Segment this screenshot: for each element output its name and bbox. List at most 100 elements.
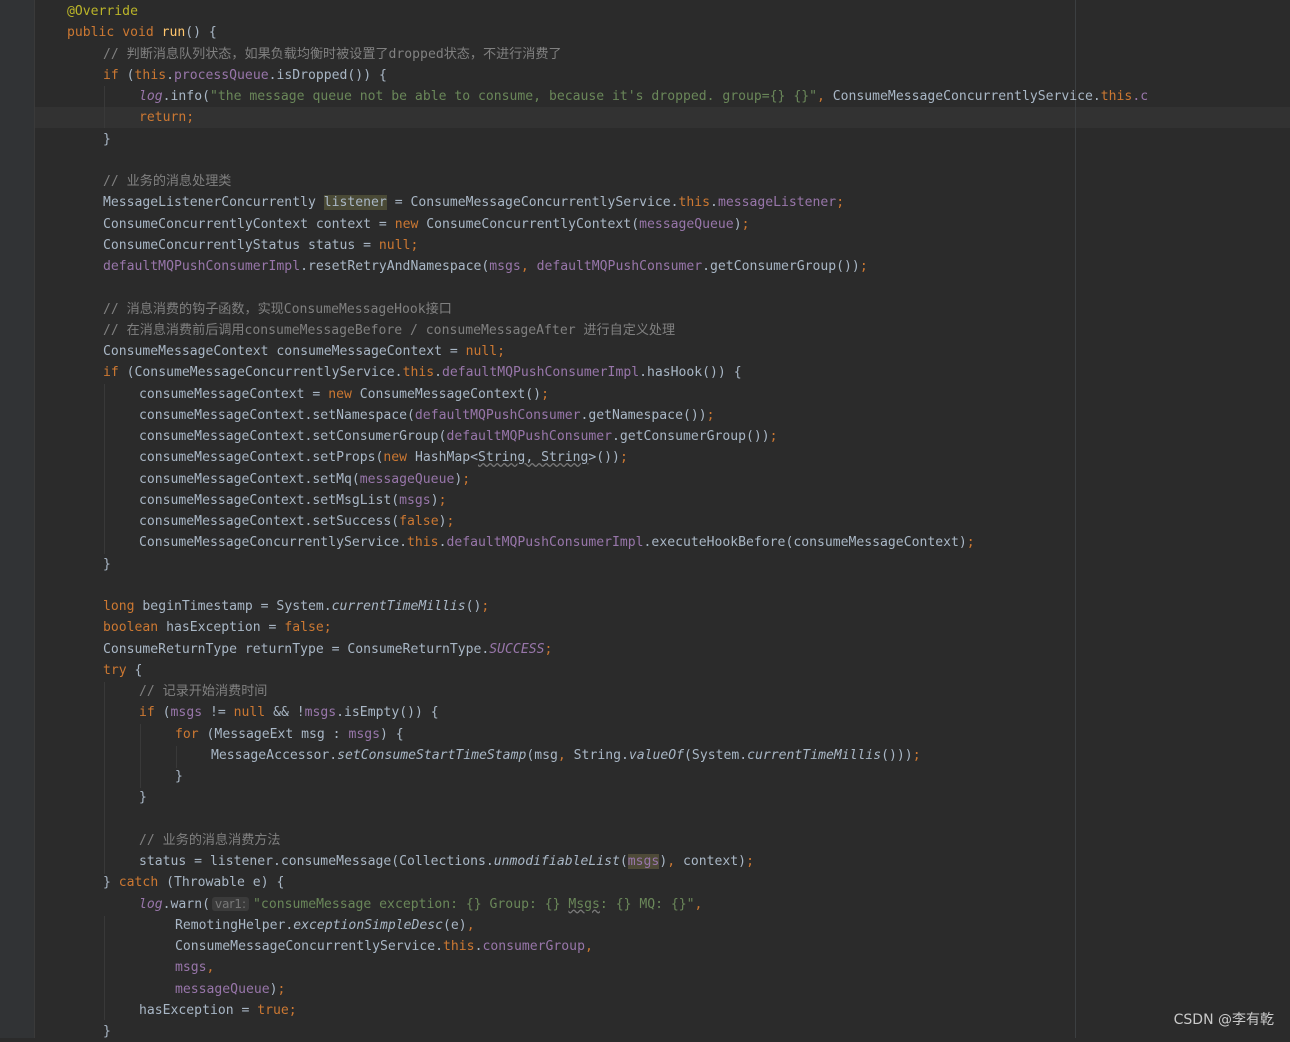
code-token: ) (430, 492, 439, 508)
code-line[interactable]: MessageListenerConcurrently listener = C… (103, 192, 844, 213)
code-token: .isDropped()) { (268, 67, 387, 83)
code-token: MessageAccessor. (211, 747, 338, 763)
code-token: msgs (170, 705, 203, 721)
code-token: = ConsumeMessageConcurrentlyService. (386, 195, 679, 211)
code-line[interactable]: // 记录开始消费时间 (139, 681, 267, 702)
code-token: ; (277, 981, 286, 997)
code-line[interactable]: if (msgs != null && !msgs.isEmpty()) { (139, 702, 439, 723)
code-token: defaultMQPushConsumer (414, 407, 581, 423)
code-token: .executeHookBefore(consumeMessageContext… (643, 535, 967, 551)
code-token: consumeMessageContext.setProps( (139, 450, 384, 466)
code-token: , (520, 259, 537, 274)
code-line[interactable]: defaultMQPushConsumerImpl.resetRetryAndN… (103, 256, 868, 277)
code-token: String, String (478, 450, 589, 466)
code-line[interactable]: // 消息消费的钩子函数，实现ConsumeMessageHook接口 (103, 299, 452, 320)
code-line[interactable]: } (175, 766, 183, 787)
code-token: , (584, 939, 593, 954)
code-token: ConsumeReturnType returnType = ConsumeRe… (103, 641, 490, 657)
code-token: null; (465, 344, 506, 359)
code-line[interactable]: ConsumeConcurrentlyContext context = new… (103, 214, 749, 235)
code-token: valueOf (628, 747, 685, 763)
code-token: ConsumeMessageContext() (359, 386, 542, 402)
code-line[interactable]: public void run() { (67, 22, 217, 43)
code-line[interactable]: boolean hasException = false; (103, 617, 332, 638)
code-token: } (139, 790, 147, 806)
code-line[interactable]: log.warn(var1: "consumeMessage exception:… (139, 894, 702, 915)
code-token: () { (185, 25, 217, 41)
code-token: consumeMessageContext.setNamespace( (139, 407, 415, 423)
code-line[interactable]: hasException = true; (139, 1000, 297, 1021)
code-token: ConsumeConcurrentlyContext( (426, 216, 640, 232)
code-line[interactable]: ConsumeReturnType returnType = ConsumeRe… (103, 639, 552, 660)
code-token: false (399, 514, 439, 529)
code-token: public (67, 25, 123, 41)
code-line[interactable]: ConsumeConcurrentlyStatus status = null; (103, 235, 418, 256)
code-line[interactable]: @Override (67, 1, 138, 22)
code-token: , (557, 747, 574, 763)
code-line[interactable]: try { (103, 660, 142, 681)
code-line[interactable]: ConsumeMessageContext consumeMessageCont… (103, 341, 505, 362)
code-line[interactable]: log.info("the message queue not be able … (139, 86, 1148, 107)
code-line[interactable]: // 业务的消息处理类 (103, 171, 231, 192)
code-token: msgs (348, 726, 380, 742)
parameter-hint: var1: (211, 896, 250, 911)
code-token: ConsumeMessageContext consumeMessageCont… (103, 344, 466, 359)
code-line[interactable]: consumeMessageContext.setNamespace(defau… (139, 405, 715, 426)
code-line[interactable]: consumeMessageContext.setProps(new HashM… (139, 447, 628, 468)
code-token: defaultMQPushConsumerImpl (103, 259, 301, 274)
indent-guide (104, 384, 105, 554)
code-token: .info( (162, 89, 210, 104)
code-token: currentTimeMillis (747, 747, 882, 763)
code-line[interactable]: MessageAccessor.setConsumeStartTimeStamp… (211, 745, 921, 766)
code-token: , (667, 854, 683, 869)
code-line[interactable]: if (ConsumeMessageConcurrentlyService.th… (103, 362, 742, 383)
code-line[interactable]: ConsumeMessageConcurrentlyService.this.c… (175, 936, 593, 957)
code-token: log (139, 89, 163, 104)
code-token: new (383, 450, 415, 466)
code-line[interactable]: return; (139, 107, 194, 128)
code-line[interactable]: status = listener.consumeMessage(Collect… (139, 851, 754, 872)
code-token: messageQueue (175, 981, 270, 997)
code-token: messageQueue (639, 216, 734, 232)
code-line[interactable]: messageQueue); (175, 979, 285, 1000)
editor-gutter[interactable] (0, 0, 35, 1038)
code-token: consumeMessageContext = (139, 386, 329, 402)
code-token: ; (836, 195, 845, 211)
code-line[interactable]: long beginTimestamp = System.currentTime… (103, 596, 489, 617)
code-line[interactable]: if (this.processQueue.isDropped()) { (103, 65, 387, 86)
code-line[interactable]: for (MessageExt msg : msgs) { (175, 724, 404, 745)
code-token: defaultMQPushConsumerImpl (442, 365, 640, 381)
code-token: setConsumeStartTimeStamp (337, 747, 527, 763)
code-line[interactable]: } catch (Throwable e) { (103, 872, 284, 893)
code-line[interactable]: RemotingHelper.exceptionSimpleDesc(e), (175, 915, 475, 936)
code-token: "consumeMessage exception: {} Group: {} (253, 896, 569, 912)
code-token: try (103, 662, 135, 678)
code-token: consumeMessageContext.setMq( (139, 471, 360, 487)
code-token: this (134, 67, 167, 83)
code-line[interactable]: } (103, 1021, 111, 1042)
code-token: .c (1132, 89, 1149, 104)
code-line[interactable]: } (103, 554, 111, 575)
code-line[interactable]: } (139, 787, 147, 808)
code-token: ConsumeMessageConcurrentlyService. (832, 89, 1101, 104)
code-line[interactable]: } (103, 129, 111, 150)
code-token: log (139, 896, 163, 912)
code-line[interactable]: consumeMessageContext = new ConsumeMessa… (139, 384, 549, 405)
code-token: @Override (67, 4, 138, 19)
code-token: : {} MQ: {}" (599, 896, 695, 912)
code-line[interactable]: consumeMessageContext.setMsgList(msgs); (139, 490, 446, 511)
code-token: ; (966, 535, 975, 551)
code-token: hasException = (166, 620, 285, 636)
code-line[interactable]: consumeMessageContext.setSuccess(false); (139, 511, 454, 532)
code-token: , (206, 960, 215, 976)
code-line[interactable]: // 业务的消息消费方法 (139, 830, 281, 851)
code-line[interactable]: msgs, (175, 957, 214, 978)
code-line[interactable]: // 判断消息队列状态，如果负载均衡时被设置了dropped状态，不进行消费了 (103, 44, 562, 65)
code-line[interactable]: ConsumeMessageConcurrentlyService.this.d… (139, 532, 975, 553)
code-line[interactable]: consumeMessageContext.setMq(messageQueue… (139, 469, 470, 490)
code-token: consumeMessageContext.setSuccess( (139, 514, 400, 529)
code-token: (Throwable e) { (166, 875, 285, 891)
code-token: .hasHook()) { (639, 365, 742, 381)
code-line[interactable]: // 在消息消费前后调用consumeMessageBefore / consu… (103, 320, 675, 341)
code-line[interactable]: consumeMessageContext.setConsumerGroup(d… (139, 426, 778, 447)
